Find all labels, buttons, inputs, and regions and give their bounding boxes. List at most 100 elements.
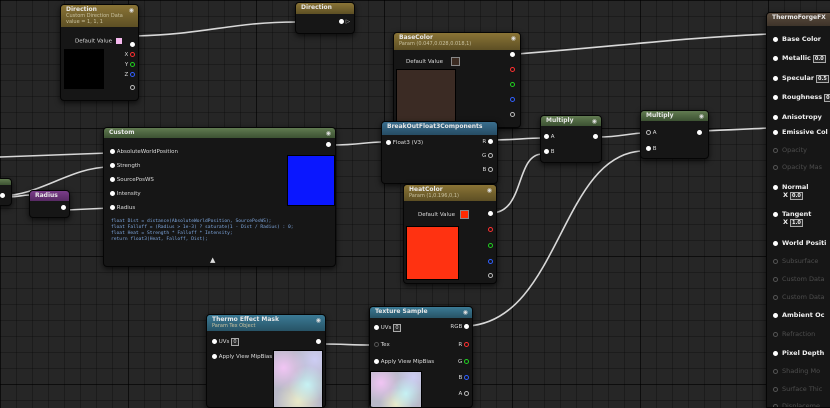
multiply-node-2[interactable]: Multiply ◉ A B: [640, 110, 709, 159]
thermo-effect-mask-node[interactable]: Thermo Effect Mask Param Tex Object ◉ UV…: [206, 314, 326, 408]
color-swatch-pink[interactable]: [116, 38, 122, 44]
pin-icon[interactable]: [773, 295, 778, 300]
output-pin-a[interactable]: A: [458, 391, 469, 397]
output-pin-a[interactable]: [488, 273, 493, 279]
output-pin-r[interactable]: [510, 67, 515, 73]
output-pin-g[interactable]: [488, 243, 493, 249]
pin-icon[interactable]: [773, 404, 778, 408]
pin-icon[interactable]: [773, 277, 778, 282]
result-pin-roughness[interactable]: Roughness0.5: [773, 93, 830, 102]
input-pin-float3[interactable]: Float3 (V3): [386, 140, 423, 146]
output-pin-z[interactable]: Z: [124, 72, 135, 78]
input-pin-radius[interactable]: Radius: [110, 205, 135, 211]
pin-icon[interactable]: [773, 212, 778, 217]
pin-value-box[interactable]: 1.0: [790, 219, 803, 227]
color-swatch-brown[interactable]: [451, 57, 460, 66]
output-pin-r[interactable]: R: [458, 342, 469, 348]
result-pin-pixel-depth[interactable]: Pixel Depth: [773, 349, 824, 357]
result-pin-anisotropy[interactable]: Anisotropy: [773, 113, 822, 121]
result-pin-specular[interactable]: Specular0.5: [773, 74, 829, 83]
input-pin-absoluteworldposition[interactable]: AbsoluteWorldPosition: [110, 149, 178, 155]
output-pin-b[interactable]: [510, 97, 515, 103]
output-pin-b[interactable]: B: [458, 375, 469, 381]
result-pin-base-color[interactable]: Base Color: [773, 35, 821, 43]
pin-value-box[interactable]: 0.5: [824, 94, 830, 102]
expand-icon[interactable]: ◉: [326, 130, 331, 137]
result-pin-surface-thic[interactable]: Surface Thic: [773, 385, 822, 393]
output-pin-rgb[interactable]: [488, 211, 493, 217]
expand-icon[interactable]: ◉: [316, 317, 321, 324]
result-pin-refraction[interactable]: Refraction: [773, 330, 815, 338]
output-pin[interactable]: [316, 339, 321, 345]
pin-value-box[interactable]: 0.5: [816, 75, 829, 83]
input-pin-intensity[interactable]: Intensity: [110, 191, 141, 197]
input-pin-b[interactable]: B: [646, 146, 657, 152]
pin-icon[interactable]: [773, 387, 778, 392]
material-result-node[interactable]: ThermoForgeFX Base ColorMetallic0.0Specu…: [766, 12, 830, 408]
pin-icon[interactable]: [773, 56, 778, 61]
output-pin-x[interactable]: X: [124, 52, 135, 58]
partial-node-left[interactable]: [0, 178, 12, 206]
output-pin-r[interactable]: [488, 227, 493, 233]
result-pin-custom-data[interactable]: Custom Data: [773, 293, 825, 301]
radius-parameter-node[interactable]: Radius: [29, 190, 70, 218]
result-pin-custom-data[interactable]: Custom Data: [773, 275, 825, 283]
input-pin-uvs[interactable]: UVs0: [212, 338, 239, 346]
output-pin[interactable]: [593, 134, 598, 140]
output-pin-rgb[interactable]: RGB: [450, 324, 469, 330]
input-pin-apply-view-mipbias[interactable]: Apply View MipBias: [374, 359, 434, 365]
output-pin-rgb[interactable]: [130, 42, 135, 48]
expand-icon[interactable]: ◉: [699, 113, 704, 120]
output-pin[interactable]: [0, 193, 5, 199]
pin-icon[interactable]: [773, 130, 778, 135]
result-pin-opacity[interactable]: Opacity: [773, 146, 807, 154]
chevron-up-icon[interactable]: ▲: [210, 256, 215, 264]
pin-icon[interactable]: [773, 95, 778, 100]
result-pin-normal[interactable]: NormalX0.0: [773, 183, 809, 200]
output-pin[interactable]: [61, 205, 66, 211]
output-pin-g[interactable]: G: [482, 153, 493, 159]
breakout-float3-node[interactable]: BreakOutFloat3Components Float3 (V3) R G…: [381, 121, 498, 184]
pin-icon[interactable]: [773, 76, 778, 81]
input-pin-uvs[interactable]: UVs0: [374, 324, 401, 332]
input-pin-a[interactable]: A: [544, 134, 555, 140]
custom-hlsl-node[interactable]: Custom ◉ AbsoluteWorldPosition Strength …: [103, 127, 336, 267]
pin-icon[interactable]: [773, 165, 778, 170]
output-pin-rgb[interactable]: [510, 52, 515, 58]
output-pin-g[interactable]: G: [458, 359, 469, 365]
output-pin[interactable]: [697, 130, 702, 136]
heatcolor-parameter-node[interactable]: HeatColor Param (1,0.196,0,1) ◉ Default …: [403, 184, 497, 284]
result-pin-ambient-oc[interactable]: Ambient Oc: [773, 311, 824, 319]
input-pin-sourceposws[interactable]: SourcePosWS: [110, 177, 154, 183]
pin-icon[interactable]: [773, 369, 778, 374]
multiply-node-1[interactable]: Multiply ◉ A B: [540, 115, 602, 163]
pin-icon[interactable]: [773, 351, 778, 356]
pin-value-box[interactable]: 0.0: [790, 192, 803, 200]
pin-value-box[interactable]: 0.0: [813, 55, 826, 63]
pin-icon[interactable]: [773, 332, 778, 337]
pin-icon[interactable]: [773, 115, 778, 120]
result-pin-shading-mo[interactable]: Shading Mo: [773, 367, 820, 375]
result-pin-subsurface[interactable]: Subsurface: [773, 257, 818, 265]
output-pin[interactable]: [326, 142, 331, 148]
result-pin-emissive-col[interactable]: Emissive Col: [773, 128, 828, 136]
direction-parameter-node[interactable]: Direction Custom Direction Data value = …: [60, 4, 139, 101]
result-pin-tangent[interactable]: TangentX1.0: [773, 210, 811, 227]
output-pin-b[interactable]: [488, 259, 493, 265]
expand-icon[interactable]: ◉: [129, 7, 134, 14]
pin-icon[interactable]: [773, 37, 778, 42]
input-pin-a[interactable]: A: [646, 130, 657, 136]
output-pin[interactable]: ▷: [339, 19, 350, 25]
expand-icon[interactable]: ◉: [463, 309, 468, 316]
input-pin-apply-view-mipbias[interactable]: Apply View MipBias: [212, 354, 272, 360]
pin-icon[interactable]: [773, 148, 778, 153]
output-pin-r[interactable]: R: [482, 139, 493, 145]
result-pin-metallic[interactable]: Metallic0.0: [773, 54, 826, 63]
basecolor-parameter-node[interactable]: BaseColor Param (0.047,0.028,0.018,1) ◉ …: [393, 32, 521, 128]
expand-icon[interactable]: ◉: [487, 187, 492, 194]
input-pin-tex[interactable]: Tex: [374, 342, 390, 348]
output-pin-a[interactable]: [510, 112, 515, 118]
expand-icon[interactable]: ◉: [511, 35, 516, 42]
pin-icon[interactable]: [773, 259, 778, 264]
texture-sample-node[interactable]: Texture Sample ◉ UVs0 Tex Apply View Mip…: [369, 306, 473, 408]
